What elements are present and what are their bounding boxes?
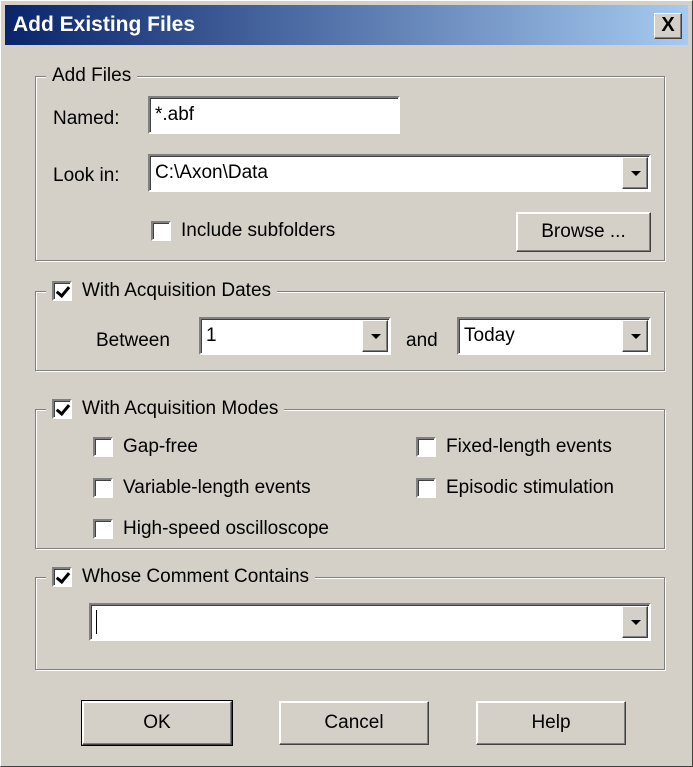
gap-free-label: Gap-free <box>123 436 198 457</box>
ok-button[interactable]: OK <box>81 700 233 746</box>
include-subfolders-box[interactable] <box>151 221 171 241</box>
title-bar[interactable]: Add Existing Files X <box>5 5 688 45</box>
variable-length-events-label: Variable-length events <box>123 477 311 498</box>
text-caret <box>96 609 97 634</box>
date-to-combobox[interactable]: Today <box>457 317 651 355</box>
acquisition-dates-checkbox[interactable] <box>52 281 72 301</box>
fixed-length-events-box[interactable] <box>416 437 436 457</box>
date-to-dropdown-button[interactable] <box>622 320 648 352</box>
help-button[interactable]: Help <box>476 701 626 745</box>
fixed-length-events-label: Fixed-length events <box>446 436 612 457</box>
close-button[interactable]: X <box>654 13 682 39</box>
acquisition-modes-legend[interactable]: With Acquisition Modes <box>46 397 285 421</box>
add-files-group: Add Files Named: *.abf Look in: C:\Axon\… <box>35 64 665 261</box>
variable-length-events-box[interactable] <box>93 478 113 498</box>
acquisition-modes-checkbox[interactable] <box>52 399 72 419</box>
comment-group: Whose Comment Contains <box>35 565 665 670</box>
comment-combobox[interactable] <box>89 603 651 641</box>
acquisition-dates-group: With Acquisition Dates Between 1 and Tod… <box>35 279 665 371</box>
comment-dropdown-button[interactable] <box>622 606 648 638</box>
named-input[interactable]: *.abf <box>148 96 400 134</box>
episodic-stimulation-checkbox[interactable]: Episodic stimulation <box>416 476 614 500</box>
variable-length-events-checkbox[interactable]: Variable-length events <box>93 476 311 500</box>
and-label: and <box>406 330 438 351</box>
high-speed-oscilloscope-box[interactable] <box>93 519 113 539</box>
comment-legend[interactable]: Whose Comment Contains <box>46 565 316 589</box>
include-subfolders-checkbox[interactable]: Include subfolders <box>151 219 335 243</box>
named-label: Named: <box>53 108 120 129</box>
between-label: Between <box>96 330 170 351</box>
browse-button[interactable]: Browse ... <box>516 212 651 252</box>
add-files-legend: Add Files <box>46 64 138 88</box>
comment-checkbox[interactable] <box>52 567 72 587</box>
look-in-label: Look in: <box>53 165 120 186</box>
add-existing-files-dialog: Add Existing Files X Add Files Named: *.… <box>0 0 693 767</box>
cancel-button[interactable]: Cancel <box>279 701 429 745</box>
gap-free-checkbox[interactable]: Gap-free <box>93 435 198 459</box>
date-from-value: 1 <box>206 325 217 346</box>
high-speed-oscilloscope-checkbox[interactable]: High-speed oscilloscope <box>93 517 329 541</box>
look-in-value: C:\Axon\Data <box>155 162 268 183</box>
acquisition-dates-label: With Acquisition Dates <box>82 280 272 301</box>
high-speed-oscilloscope-label: High-speed oscilloscope <box>123 518 329 539</box>
gap-free-box[interactable] <box>93 437 113 457</box>
acquisition-modes-group: With Acquisition Modes Gap-free Fixed-le… <box>35 397 665 549</box>
date-from-dropdown-button[interactable] <box>362 320 388 352</box>
episodic-stimulation-label: Episodic stimulation <box>446 477 614 498</box>
fixed-length-events-checkbox[interactable]: Fixed-length events <box>416 435 612 459</box>
look-in-combobox[interactable]: C:\Axon\Data <box>148 154 651 192</box>
comment-label: Whose Comment Contains <box>82 566 310 587</box>
acquisition-modes-label: With Acquisition Modes <box>82 398 279 419</box>
date-from-combobox[interactable]: 1 <box>199 317 391 355</box>
look-in-dropdown-button[interactable] <box>622 157 648 189</box>
window-title: Add Existing Files <box>13 13 196 36</box>
close-icon: X <box>661 14 675 36</box>
date-to-value: Today <box>464 325 515 346</box>
include-subfolders-label: Include subfolders <box>181 220 336 241</box>
episodic-stimulation-box[interactable] <box>416 478 436 498</box>
acquisition-dates-legend[interactable]: With Acquisition Dates <box>46 279 278 303</box>
